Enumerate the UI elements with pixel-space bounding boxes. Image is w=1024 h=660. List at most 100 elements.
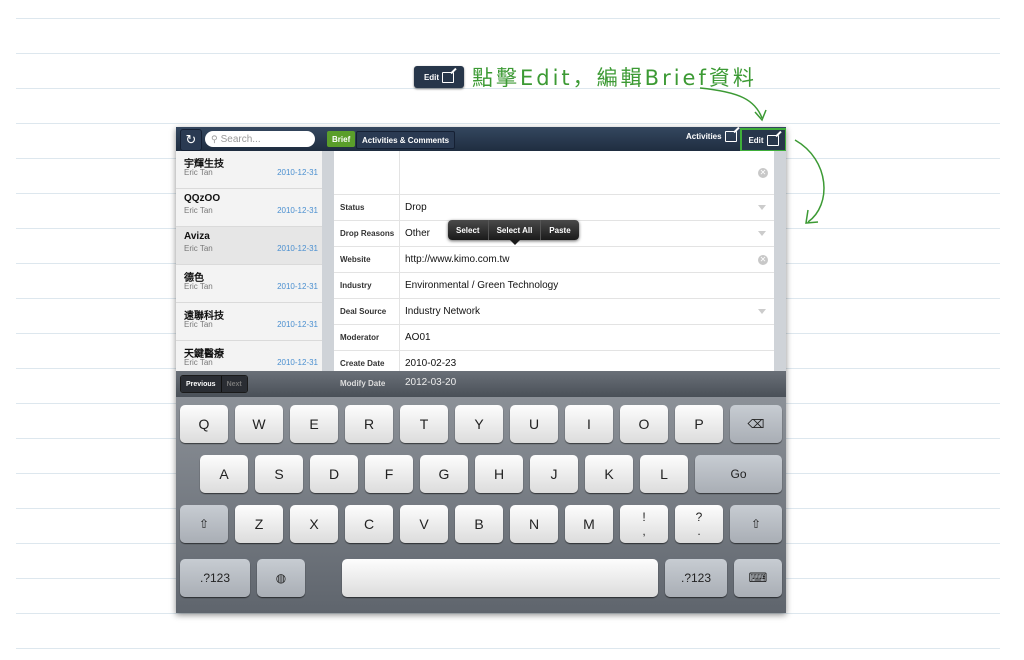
tab-activities-comments[interactable]: Activities & Comments [356,131,456,149]
key-o[interactable]: O [620,405,668,443]
key-j[interactable]: J [530,455,578,493]
key-i[interactable]: I [565,405,613,443]
activities-button[interactable]: Activities [686,131,737,142]
key-p[interactable]: P [675,405,723,443]
numbers-key-right[interactable]: .?123 [665,559,727,597]
modify-date-value: 2012-03-20 [405,377,457,388]
key-a[interactable]: A [200,455,248,493]
paste-option[interactable]: Paste [541,220,578,240]
list-item[interactable]: QQzOO Eric Tan 2010-12-31 [176,189,322,227]
search-placeholder: Search... [220,133,261,145]
edit-button[interactable]: Edit [740,128,786,152]
form-row-moderator[interactable]: Moderator AO01 [334,325,774,351]
field-label: Status [334,195,400,220]
globe-icon: ◍ [275,571,287,585]
tab-brief[interactable]: Brief [327,131,356,147]
activities-label: Activities [686,132,722,141]
key-x[interactable]: X [290,505,338,543]
field-label: Moderator [334,325,400,350]
key-z[interactable]: Z [235,505,283,543]
app-window: ↻ ⚲ Search... Brief Activities & Comment… [176,127,786,613]
shift-key-right[interactable]: ⇧ [730,505,782,543]
key-g[interactable]: G [420,455,468,493]
key-l[interactable]: L [640,455,688,493]
select-option[interactable]: Select [448,220,489,240]
key-n[interactable]: N [510,505,558,543]
field-label: Website [334,247,400,272]
key-h[interactable]: H [475,455,523,493]
numbers-key-left[interactable]: .?123 [180,559,250,597]
list-item-person: Eric Tan [184,244,213,253]
select-all-option[interactable]: Select All [489,220,542,240]
modify-date-row: Modify Date 2012-03-20 [334,371,774,397]
key-bottom-char: . [697,524,701,538]
next-button[interactable]: Next [220,376,247,392]
on-screen-keyboard: Q W E R T Y U I O P ⌫ A S D F G H J K L … [176,397,786,613]
field-label: Modify Date [340,379,386,388]
right-margin [774,151,786,371]
list-item-name: QQzOO [184,193,221,204]
list-item-person: Eric Tan [184,206,213,215]
refresh-icon: ↻ [185,132,197,147]
search-icon: ⚲ [211,133,218,144]
previous-button[interactable]: Previous [181,376,221,392]
list-item-date: 2010-12-31 [277,206,318,215]
key-top-char: ? [695,510,703,524]
list-item[interactable]: 天鍵醫療 Eric Tan 2010-12-31 [176,341,322,371]
backspace-key[interactable]: ⌫ [730,405,782,443]
search-input[interactable]: ⚲ Search... [205,131,315,147]
key-v[interactable]: V [400,505,448,543]
key-exclamation-comma[interactable]: ! , [620,505,668,543]
list-item[interactable]: 遠聯科技 Eric Tan 2010-12-31 [176,303,322,341]
drop-reasons-value: Other [405,228,431,239]
list-item-date: 2010-12-31 [277,358,318,367]
form-row-deal-source[interactable]: Deal Source Industry Network [334,299,774,325]
key-e[interactable]: E [290,405,338,443]
arrow-curve-down [794,139,825,223]
arrow-head [805,209,819,224]
list-item-date: 2010-12-31 [277,320,318,329]
key-f[interactable]: F [365,455,413,493]
clear-icon[interactable]: ✕ [758,167,768,178]
form-row-name: ✕ [334,151,774,195]
field-label: Deal Source [334,299,400,324]
globe-key[interactable]: ◍ [257,559,305,597]
keyboard-hide-icon: ⌨ [748,570,768,585]
key-d[interactable]: D [310,455,358,493]
website-field[interactable]: http://www.kimo.com.tw [405,247,509,272]
field-label: Industry [334,273,400,298]
key-c[interactable]: C [345,505,393,543]
key-s[interactable]: S [255,455,303,493]
key-m[interactable]: M [565,505,613,543]
list-item-name: Aviza [184,231,210,242]
dismiss-keyboard-key[interactable]: ⌨ [734,559,782,597]
clear-icon[interactable]: ✕ [758,254,768,265]
list-item[interactable]: 德色 Eric Tan 2010-12-31 [176,265,322,303]
list-item-person: Eric Tan [184,358,213,367]
list-item-date: 2010-12-31 [277,168,318,177]
list-item[interactable]: Aviza Eric Tan 2010-12-31 [176,227,322,265]
field-label: Drop Reasons [334,221,400,246]
form-row-status[interactable]: Status Drop [334,195,774,221]
form-row-industry[interactable]: Industry Environmental / Green Technolog… [334,273,774,299]
key-u[interactable]: U [510,405,558,443]
key-k[interactable]: K [585,455,633,493]
list-item-date: 2010-12-31 [277,244,318,253]
list-divider [322,151,334,371]
key-top-char: ! [642,510,646,524]
shift-key[interactable]: ⇧ [180,505,228,543]
navigation-bar: ↻ ⚲ Search... Brief Activities & Comment… [176,127,786,152]
list-item-person: Eric Tan [184,320,213,329]
space-key[interactable] [342,559,658,597]
key-question-period[interactable]: ? . [675,505,723,543]
chevron-down-icon [758,204,766,210]
list-item[interactable]: 宇輝生技 Eric Tan 2010-12-31 [176,151,322,189]
key-y[interactable]: Y [455,405,503,443]
key-r[interactable]: R [345,405,393,443]
key-w[interactable]: W [235,405,283,443]
key-t[interactable]: T [400,405,448,443]
key-b[interactable]: B [455,505,503,543]
key-q[interactable]: Q [180,405,228,443]
refresh-button[interactable]: ↻ [180,129,202,151]
go-key[interactable]: Go [695,455,782,493]
